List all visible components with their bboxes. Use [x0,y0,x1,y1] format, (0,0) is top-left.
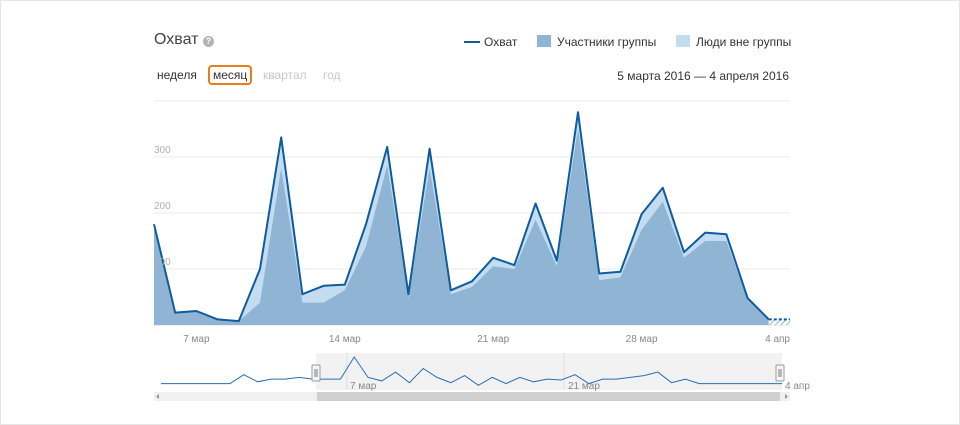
x-tick-label: 4 апр [765,334,790,345]
navigator-handle[interactable] [311,364,321,382]
navigator-handle[interactable] [775,364,785,382]
x-tick-label: 14 мар [329,334,361,345]
scrollbar-thumb[interactable] [317,392,780,401]
y-tick-label: 300 [154,145,171,156]
x-tick-label: 28 мар [626,334,658,345]
x-tick-label: 7 мар [183,334,210,345]
reach-chart[interactable]: 100 200 300 7 мар 14 мар 21 мар 28 мар 4 апр 7… [1,1,959,424]
navigator-selection [316,353,782,390]
widget-frame: Охват ? Охват Участники группы Люди вне … [0,0,960,425]
navigator-tick-label: 21 мар [568,381,600,392]
navigator-tick-label: 7 мар [350,381,377,392]
navigator-tick-label: 4 апр [785,381,810,392]
y-tick-label: 100 [154,257,171,268]
y-tick-label: 200 [154,201,171,212]
x-tick-label: 21 мар [477,334,509,345]
